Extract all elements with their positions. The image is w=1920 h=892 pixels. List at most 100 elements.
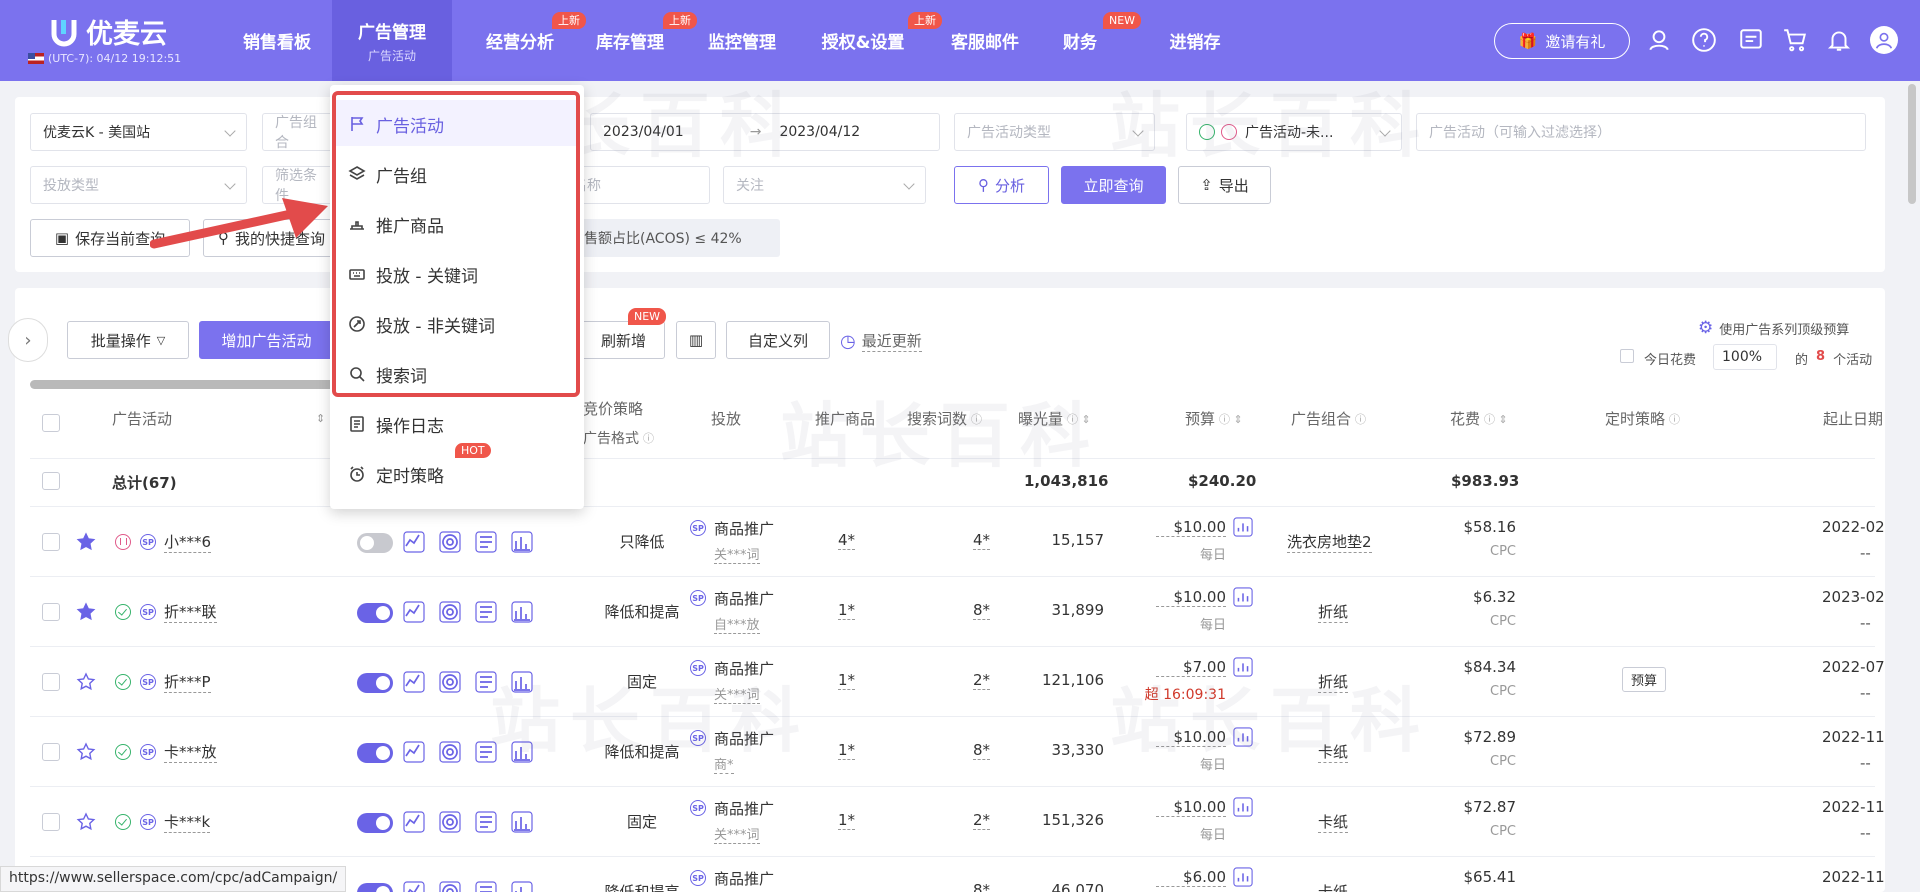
campaign-toggle[interactable] xyxy=(357,673,393,693)
bell-icon[interactable] xyxy=(1825,26,1853,54)
budget-value[interactable]: $10.00 xyxy=(1156,518,1226,537)
top-budget-setting[interactable]: ⚙ 使用广告系列顶级预算 xyxy=(1698,318,1849,338)
portfolio-select[interactable]: 广告组合 xyxy=(262,113,337,151)
menu-item-operation-log[interactable]: 操作日志 xyxy=(348,404,444,444)
targeting-sub[interactable]: 关***词 xyxy=(714,544,760,564)
gear-icon[interactable] xyxy=(439,531,461,553)
col-dates[interactable]: 起止日期 xyxy=(1823,408,1883,429)
campaign-toggle[interactable] xyxy=(357,533,393,553)
nav-monitoring[interactable]: 监控管理 xyxy=(687,0,797,81)
nav-service-mail[interactable]: 客服邮件 xyxy=(930,0,1040,81)
trend-icon[interactable] xyxy=(403,811,425,833)
products-count[interactable]: 1* xyxy=(838,601,856,620)
campaign-name-link[interactable]: 小***6 xyxy=(164,531,212,553)
schedule-tag[interactable]: 预算 xyxy=(1622,667,1667,692)
gear-icon[interactable] xyxy=(439,811,461,833)
search-terms-count[interactable]: 8* xyxy=(973,601,991,620)
bar-chart-icon[interactable] xyxy=(511,881,533,892)
trend-icon[interactable] xyxy=(403,741,425,763)
budget-value[interactable]: $10.00 xyxy=(1156,588,1226,607)
campaign-name-link[interactable]: 折***P xyxy=(164,671,211,693)
nav-sales-dashboard[interactable]: 销售看板 xyxy=(222,0,332,81)
campaign-filter-input[interactable]: 广告活动（可输入过滤选择） xyxy=(1416,113,1866,151)
portfolio-link[interactable]: 折纸 xyxy=(1318,601,1349,623)
vertical-scrollbar[interactable] xyxy=(1908,84,1916,204)
user-service-icon[interactable] xyxy=(1645,26,1673,54)
sort-icon[interactable]: ⇕ xyxy=(316,412,325,425)
star-filled-icon[interactable] xyxy=(76,532,96,552)
list-icon[interactable] xyxy=(475,601,497,623)
spend-percent-input[interactable]: 100% xyxy=(1713,344,1777,370)
chart-button[interactable]: ▥ xyxy=(676,321,716,359)
campaign-name-link[interactable]: 卡***放 xyxy=(164,741,217,763)
trend-icon[interactable] xyxy=(403,671,425,693)
campaign-toggle[interactable] xyxy=(357,813,393,833)
bar-chart-icon[interactable] xyxy=(511,531,533,553)
gear-icon[interactable] xyxy=(439,741,461,763)
gear-icon[interactable] xyxy=(439,881,461,892)
acos-filter-chip[interactable]: 销售额占比(ACOS) ≤ 42% xyxy=(560,219,780,257)
col-spend[interactable]: 花费 ⓘ ⇕ xyxy=(1450,408,1508,429)
query-button[interactable]: 立即查询 xyxy=(1061,166,1166,204)
select-all-checkbox[interactable] xyxy=(42,414,60,432)
star-outline-icon[interactable] xyxy=(76,672,96,692)
gear-icon[interactable] xyxy=(439,671,461,693)
row-checkbox[interactable] xyxy=(42,673,60,691)
products-count[interactable]: 4* xyxy=(838,531,856,550)
campaign-toggle[interactable] xyxy=(357,743,393,763)
today-spend-checkbox[interactable] xyxy=(1620,349,1634,363)
campaign-toggle[interactable] xyxy=(357,883,393,892)
budget-chart-icon[interactable] xyxy=(1233,587,1253,607)
message-icon[interactable] xyxy=(1737,26,1765,54)
nav-ad-management[interactable]: 广告管理 广告活动 xyxy=(332,0,452,81)
portfolio-link[interactable]: 卡纸 xyxy=(1318,811,1349,833)
products-count[interactable]: 1* xyxy=(838,741,856,760)
logo[interactable]: 优麦云 xyxy=(50,12,167,51)
trend-icon[interactable] xyxy=(403,881,425,892)
add-campaign-button[interactable]: 增加广告活动 xyxy=(199,321,334,359)
invite-button[interactable]: 🎁 邀请有礼 xyxy=(1494,23,1630,59)
col-budget[interactable]: 预算 ⓘ ⇕ xyxy=(1185,408,1243,429)
budget-chart-icon[interactable] xyxy=(1233,517,1253,537)
campaign-toggle[interactable] xyxy=(357,603,393,623)
star-filled-icon[interactable] xyxy=(76,602,96,622)
search-terms-count[interactable]: 8* xyxy=(973,881,990,892)
products-count[interactable]: 1* xyxy=(838,811,856,830)
gear-icon[interactable] xyxy=(439,601,461,623)
trend-icon[interactable] xyxy=(403,601,425,623)
col-bid-strategy[interactable]: 竞价策略 xyxy=(583,398,643,419)
row-checkbox[interactable] xyxy=(42,603,60,621)
star-outline-icon[interactable] xyxy=(76,812,96,832)
budget-chart-icon[interactable] xyxy=(1233,797,1253,817)
col-campaign[interactable]: 广告活动 xyxy=(112,408,172,429)
batch-actions-button[interactable]: 批量操作 ▽ xyxy=(67,321,189,359)
row-checkbox[interactable] xyxy=(42,533,60,551)
avatar[interactable] xyxy=(1870,26,1898,54)
follow-select[interactable]: 关注 xyxy=(723,166,926,204)
list-icon[interactable] xyxy=(475,881,497,892)
star-outline-icon[interactable] xyxy=(76,742,96,762)
products-count[interactable]: 1* xyxy=(838,671,856,690)
nav-finance[interactable]: 财务 xyxy=(1045,0,1115,81)
col-schedule[interactable]: 定时策略 ⓘ xyxy=(1605,408,1680,429)
nav-purchase-sales[interactable]: 进销存 xyxy=(1150,0,1240,81)
budget-value[interactable]: $6.00 xyxy=(1156,868,1226,887)
expand-sidebar-button[interactable]: › xyxy=(8,318,48,362)
portfolio-link[interactable]: 卡纸 xyxy=(1318,881,1348,892)
row-checkbox[interactable] xyxy=(42,743,60,761)
search-terms-count[interactable]: 2* xyxy=(973,811,991,830)
list-icon[interactable] xyxy=(475,811,497,833)
col-ad-format[interactable]: 广告格式 ⓘ xyxy=(583,428,654,448)
col-targeting[interactable]: 投放 xyxy=(711,408,741,429)
custom-columns-button[interactable]: 自定义列 xyxy=(726,321,830,359)
analyze-button[interactable]: ⚲ 分析 xyxy=(954,166,1049,204)
row-checkbox[interactable] xyxy=(42,813,60,831)
store-select[interactable]: 优麦云K - 美国站 xyxy=(30,113,247,151)
trend-icon[interactable] xyxy=(403,531,425,553)
search-terms-count[interactable]: 8* xyxy=(973,741,991,760)
campaign-name-link[interactable]: 卡***k xyxy=(164,811,211,833)
budget-value[interactable]: $10.00 xyxy=(1156,798,1226,817)
portfolio-link[interactable]: 洗衣房地垫2 xyxy=(1287,531,1372,553)
total-checkbox[interactable] xyxy=(42,472,60,490)
col-portfolio[interactable]: 广告组合 ⓘ xyxy=(1291,408,1366,429)
